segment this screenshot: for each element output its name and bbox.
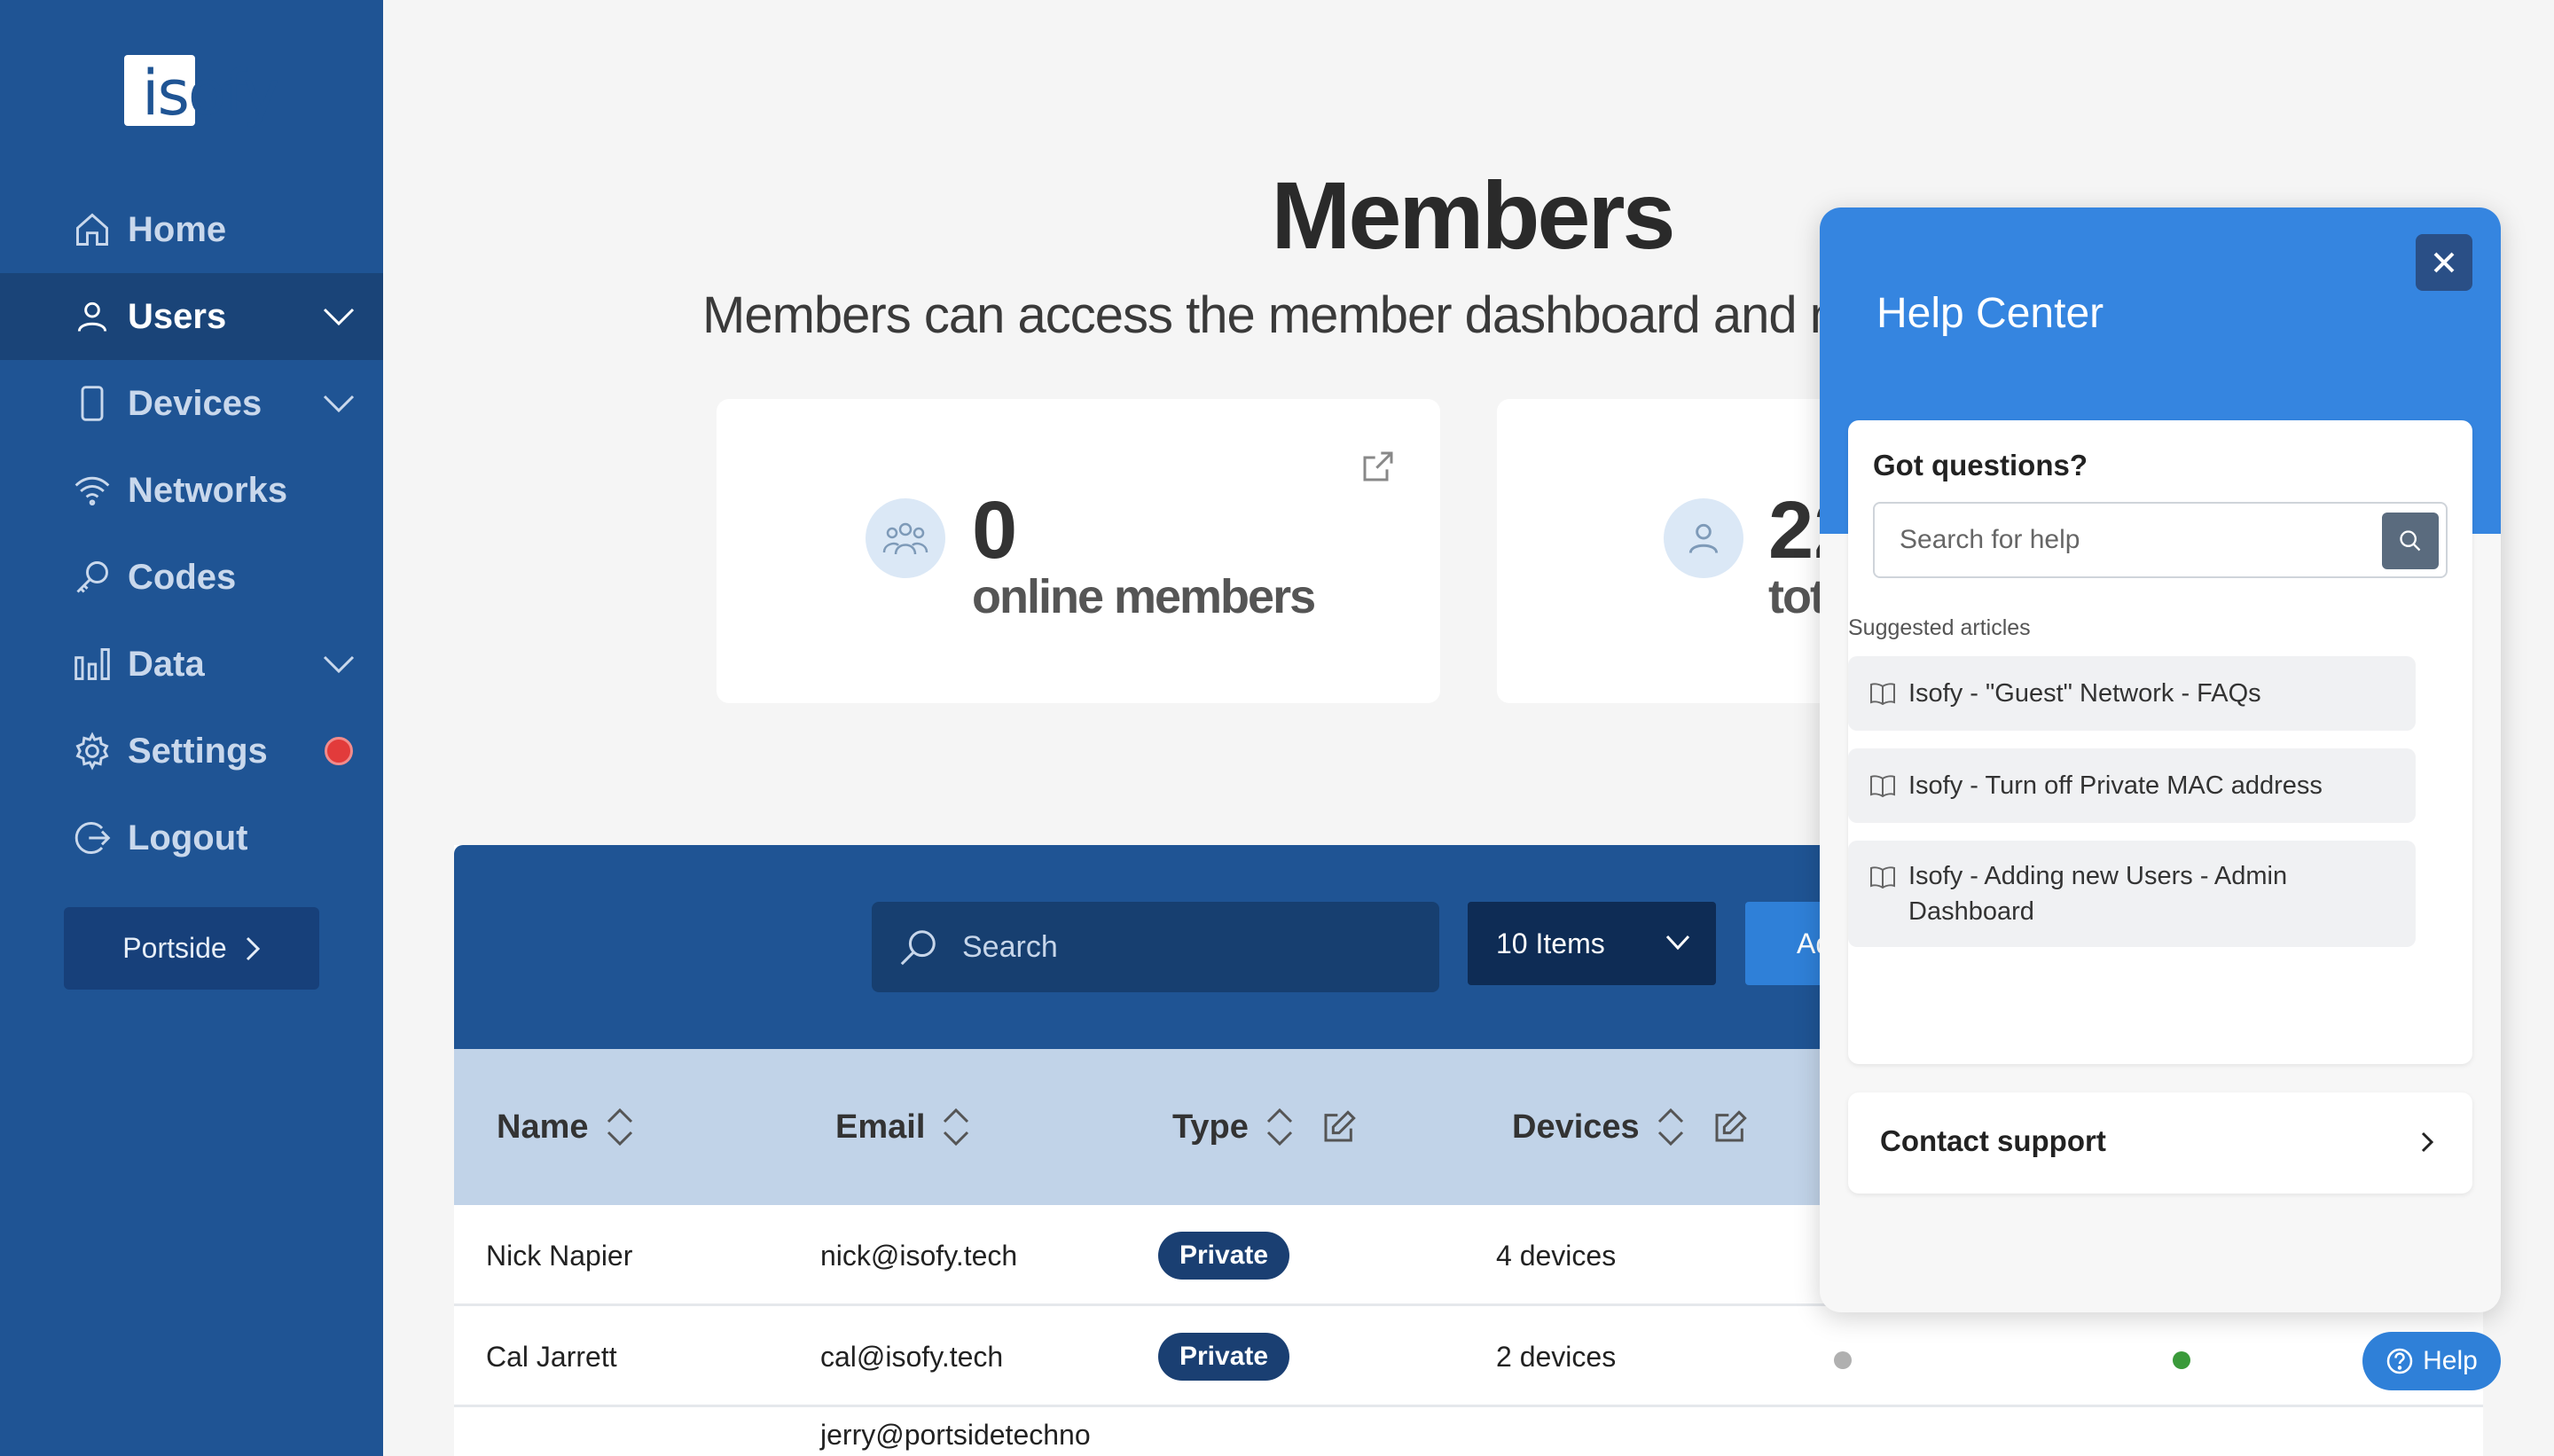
logout-icon [74, 822, 111, 854]
suggested-articles-heading: Suggested articles [1848, 615, 2031, 640]
sidebar-item-label: Networks [128, 470, 288, 510]
chevron-down-icon[interactable] [321, 306, 356, 327]
sidebar-item-networks[interactable]: Networks [0, 447, 383, 534]
help-search-button[interactable] [2382, 513, 2439, 569]
notification-dot [325, 737, 353, 765]
type-badge: Private [1158, 1333, 1290, 1381]
cell-name: Nick Napier [486, 1239, 633, 1272]
chevron-right-icon [2421, 1131, 2433, 1153]
sidebar-item-label: Codes [128, 557, 237, 597]
key-icon [76, 561, 108, 593]
sidebar-item-label: Logout [128, 818, 248, 857]
help-search-input[interactable]: Search for help [1873, 502, 2448, 578]
chevron-right-icon [246, 936, 260, 960]
cell-devices: 4 devices [1496, 1239, 1617, 1272]
help-button[interactable]: Help [2362, 1332, 2501, 1390]
page-subtitle: Members can access the member dashboard … [702, 286, 1880, 344]
help-button-label: Help [2423, 1346, 2478, 1375]
book-icon [1870, 866, 1895, 888]
location-label: Portside [122, 932, 227, 964]
help-center-panel: Help Center Got questions? Search for he… [1820, 207, 2501, 1312]
user-icon [1664, 498, 1743, 578]
sort-icon [1657, 1108, 1683, 1147]
total-members-label: tot [1768, 570, 1826, 623]
cell-devices: 2 devices [1496, 1340, 1617, 1373]
contact-support-label: Contact support [1880, 1124, 2106, 1157]
help-search-placeholder: Search for help [1900, 525, 2080, 554]
sidebar-nav: Home Users Devices Networks Codes Data S… [0, 186, 383, 881]
table-row[interactable]: jerry@portsidetechno [454, 1407, 2483, 1456]
sidebar-item-home[interactable]: Home [0, 186, 383, 273]
help-center-title: Help Center [1876, 290, 2104, 337]
items-per-page-value: 10 Items [1496, 927, 1605, 959]
article-title: Isofy - Turn off Private MAC address [1908, 771, 2323, 800]
sidebar-item-label: Data [128, 644, 205, 684]
gear-icon [75, 732, 109, 771]
column-name[interactable]: Name [497, 1049, 635, 1205]
article-item[interactable]: Isofy - Adding new Users - Admin Dashboa… [1848, 841, 2416, 947]
search-icon [900, 930, 936, 966]
sidebar-item-logout[interactable]: Logout [0, 795, 383, 881]
home-icon [76, 213, 108, 246]
column-devices[interactable]: Devices [1512, 1049, 1748, 1205]
search-icon [2400, 530, 2421, 552]
sort-icon [607, 1108, 632, 1147]
table-row[interactable]: Cal Jarrett cal@isofy.tech Private 2 dev… [454, 1306, 2483, 1407]
search-placeholder: Search [962, 929, 1058, 964]
device-icon [81, 386, 104, 421]
edit-icon[interactable] [1712, 1109, 1748, 1145]
items-per-page-select[interactable]: 10 Items [1468, 902, 1716, 985]
wifi-icon [74, 476, 110, 506]
cell-name: Cal Jarrett [486, 1340, 617, 1373]
sidebar-item-users[interactable]: Users [0, 273, 383, 360]
sort-icon [944, 1108, 969, 1147]
online-members-card: 0 online members [717, 399, 1440, 703]
sidebar-item-settings[interactable]: Settings [0, 708, 383, 795]
online-members-label: online members [972, 570, 1316, 623]
chart-icon [74, 648, 110, 680]
help-search-card: Got questions? Search for help [1848, 420, 2472, 1064]
close-button[interactable] [2416, 234, 2472, 291]
sidebar-item-label: Home [128, 209, 227, 249]
column-email[interactable]: Email [835, 1049, 971, 1205]
location-button[interactable]: Portside [64, 907, 319, 990]
search-input[interactable]: Search [872, 902, 1439, 992]
online-members-count: 0 [972, 485, 1018, 575]
type-badge: Private [1158, 1232, 1290, 1280]
article-item[interactable]: Isofy - Turn off Private MAC address [1848, 748, 2416, 823]
sidebar: isofy Home Users Devices Networks Codes … [0, 0, 383, 1456]
book-icon [1870, 683, 1895, 705]
isofy-logo[interactable]: isofy [124, 55, 280, 129]
question-icon [2386, 1348, 2413, 1374]
sidebar-item-data[interactable]: Data [0, 621, 383, 708]
sidebar-item-label: Devices [128, 383, 262, 423]
chevron-down-icon[interactable] [321, 393, 356, 414]
group-icon [866, 498, 945, 578]
edit-icon[interactable] [1321, 1109, 1357, 1145]
contact-support-button[interactable]: Contact support [1848, 1092, 2472, 1194]
chevron-down-icon[interactable] [321, 654, 356, 675]
status-indicator [1834, 1351, 1852, 1369]
sidebar-item-codes[interactable]: Codes [0, 534, 383, 621]
sidebar-item-label: Settings [128, 731, 268, 771]
article-title: Isofy - "Guest" Network - FAQs [1908, 679, 2261, 708]
article-item[interactable]: Isofy - "Guest" Network - FAQs [1848, 656, 2416, 731]
user-icon [77, 301, 107, 332]
logo-text: isofy [142, 57, 280, 129]
sidebar-item-label: Users [128, 296, 227, 336]
close-icon [2433, 252, 2455, 273]
column-type[interactable]: Type [1172, 1049, 1357, 1205]
book-icon [1870, 775, 1895, 797]
cell-email: nick@isofy.tech [820, 1239, 1018, 1272]
page-title: Members [1271, 161, 1675, 269]
chevron-down-icon [1665, 935, 1690, 951]
article-title: Isofy - Adding new Users - Admin Dashboa… [1908, 862, 2288, 926]
cell-email: jerry@portsidetechno [820, 1418, 1091, 1451]
sidebar-item-devices[interactable]: Devices [0, 360, 383, 447]
external-link-icon[interactable] [1360, 449, 1396, 484]
status-indicator [2173, 1351, 2190, 1369]
sort-icon [1266, 1108, 1292, 1147]
help-question: Got questions? [1873, 449, 2088, 481]
